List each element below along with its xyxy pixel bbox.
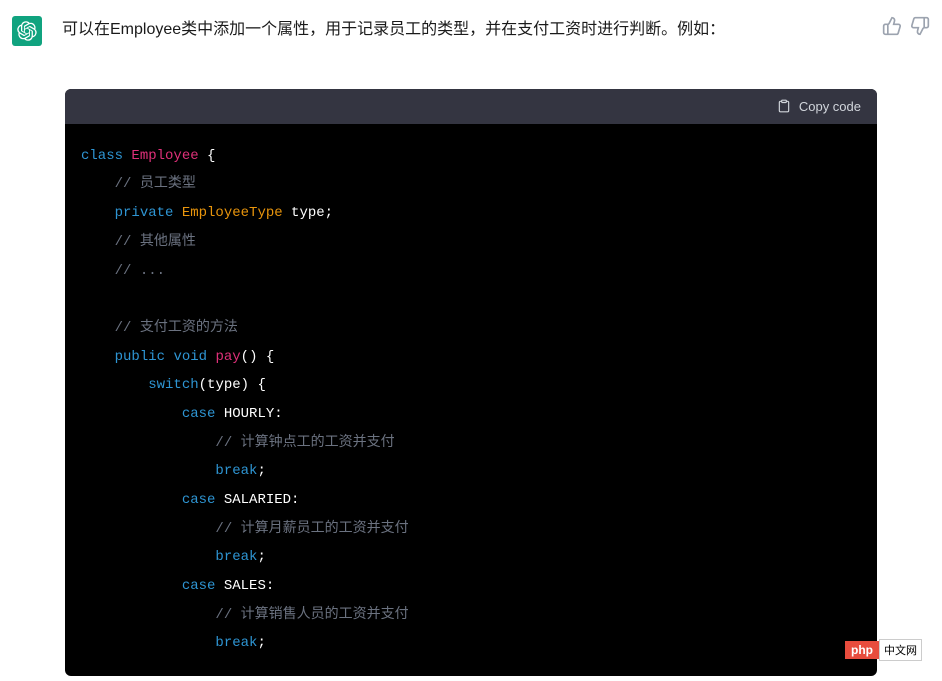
code-token: EmployeeType — [182, 205, 283, 221]
code-token: // 计算月薪员工的工资并支付 — [215, 521, 408, 537]
code-token: type; — [283, 205, 333, 221]
code-token: // 计算销售人员的工资并支付 — [215, 607, 408, 623]
code-token: case — [182, 406, 216, 422]
php-cn-label: 中文网 — [879, 639, 922, 661]
code-token: void — [173, 349, 207, 365]
code-token: pay — [215, 349, 240, 365]
thumbs-up-button[interactable] — [882, 16, 902, 36]
code-token: case — [182, 578, 216, 594]
code-token: HOURLY: — [215, 406, 282, 422]
code-token: (type) { — [199, 377, 266, 393]
thumbs-up-icon — [882, 16, 902, 36]
code-token: switch — [148, 377, 198, 393]
code-header: Copy code — [65, 89, 877, 124]
code-token: public — [115, 349, 165, 365]
code-block: Copy code class Employee { // 员工类型 priva… — [65, 89, 877, 676]
php-watermark: php 中文网 — [845, 639, 922, 661]
code-token: // 员工类型 — [115, 176, 196, 192]
code-token: break — [215, 463, 257, 479]
code-token: case — [182, 492, 216, 508]
copy-code-label: Copy code — [799, 99, 861, 114]
assistant-avatar — [12, 16, 42, 46]
feedback-buttons — [882, 16, 930, 53]
message-container: 可以在Employee类中添加一个属性，用于记录员工的类型，并在支付工资时进行判… — [0, 0, 942, 69]
code-token: private — [115, 205, 174, 221]
code-token: SALES: — [215, 578, 274, 594]
code-token: ; — [257, 635, 265, 651]
code-token: // ... — [115, 263, 165, 279]
message-content: 可以在Employee类中添加一个属性，用于记录员工的类型，并在支付工资时进行判… — [62, 16, 862, 53]
clipboard-icon — [777, 99, 791, 113]
thumbs-down-button[interactable] — [910, 16, 930, 36]
code-token: // 支付工资的方法 — [115, 320, 238, 336]
code-token: SALARIED: — [215, 492, 299, 508]
code-body: class Employee { // 员工类型 private Employe… — [65, 124, 877, 676]
code-token: { — [199, 148, 216, 164]
code-token: Employee — [131, 148, 198, 164]
copy-code-button[interactable]: Copy code — [777, 99, 861, 114]
code-token: break — [215, 635, 257, 651]
code-token: ; — [257, 549, 265, 565]
thumbs-down-icon — [910, 16, 930, 36]
code-token: break — [215, 549, 257, 565]
code-token: // 其他属性 — [115, 234, 196, 250]
code-token: // 计算钟点工的工资并支付 — [215, 435, 394, 451]
code-token: class — [81, 148, 123, 164]
message-text: 可以在Employee类中添加一个属性，用于记录员工的类型，并在支付工资时进行判… — [62, 16, 842, 45]
openai-logo-icon — [17, 21, 37, 41]
code-token: () { — [241, 349, 275, 365]
code-token: ; — [257, 463, 265, 479]
php-logo: php — [845, 641, 879, 659]
